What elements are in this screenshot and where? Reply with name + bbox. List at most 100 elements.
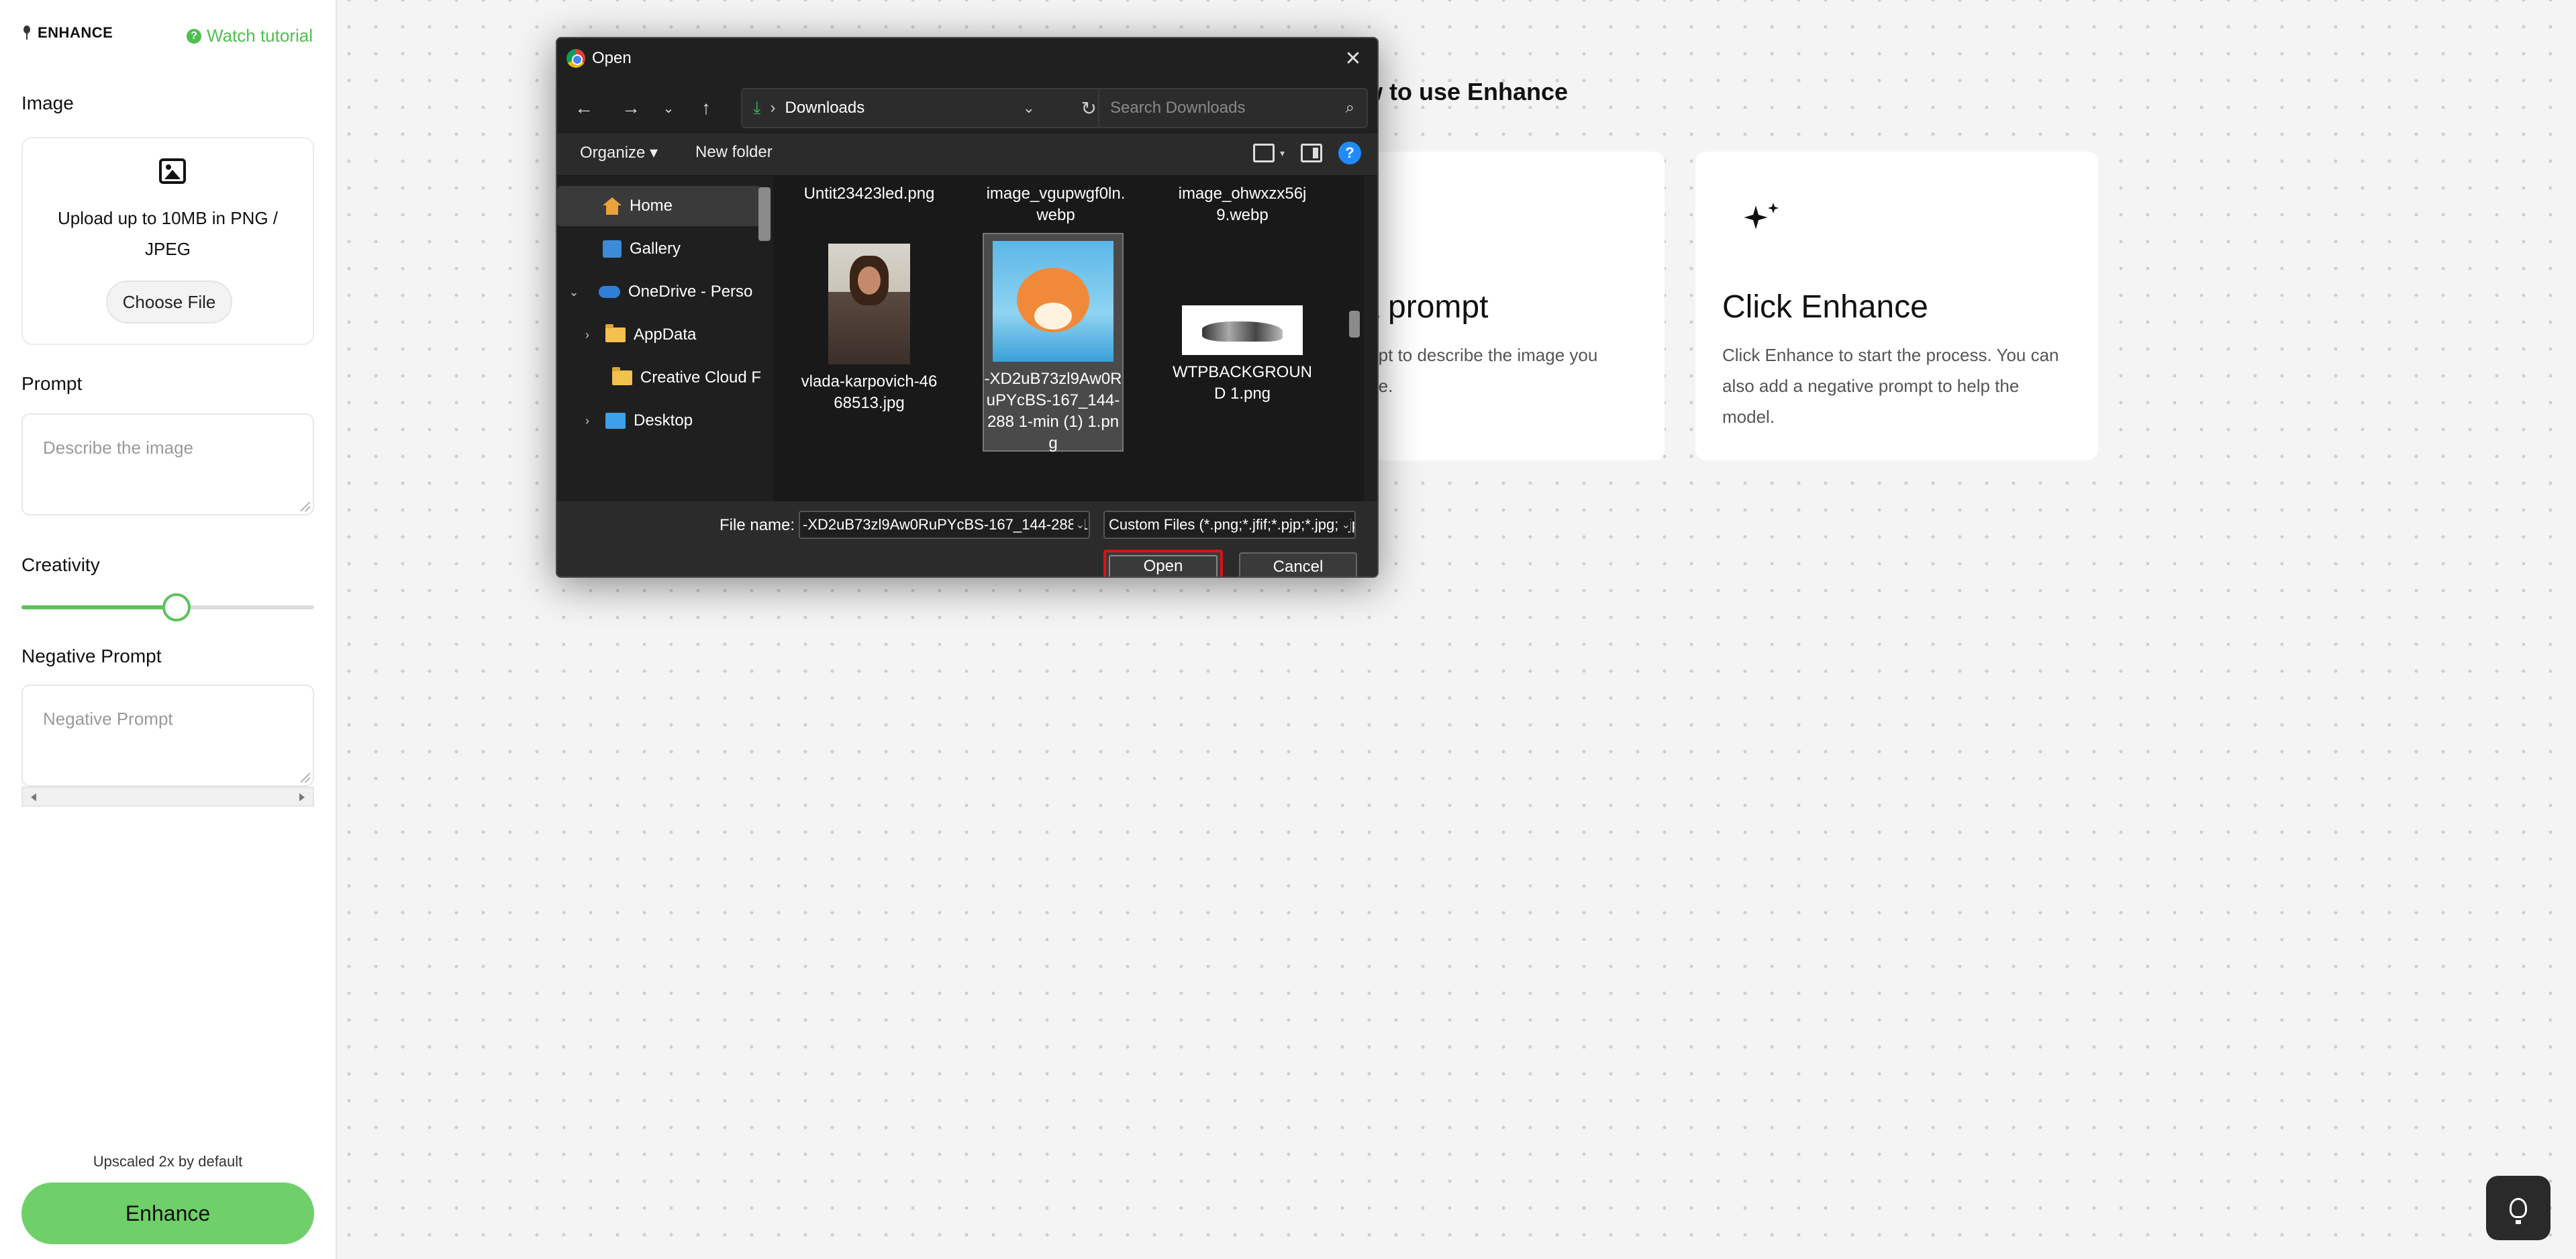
file-list-scrollbar[interactable] [1349, 311, 1360, 338]
chevron-down-icon[interactable]: ⌄ [1338, 518, 1350, 532]
resize-grip-icon[interactable] [301, 502, 310, 511]
chevron-down-icon[interactable]: ⌄ [566, 285, 581, 299]
step-card-desc-line: mpt to describe the image you [1364, 345, 1598, 365]
sparkles-icon [1744, 203, 1779, 230]
download-icon: ⤓ [753, 97, 761, 117]
onedrive-icon [599, 286, 620, 298]
prompt-placeholder: Describe the image [43, 438, 193, 458]
search-placeholder: Search Downloads [1110, 99, 1246, 117]
nav-item-gallery[interactable]: Gallery [557, 229, 761, 269]
organize-menu[interactable]: Organize ▾ [580, 143, 658, 162]
file-name: -XD2uB73zl9Aw0RuPYcBS-167_144-288 1-min … [984, 370, 1122, 452]
chevron-right-icon[interactable]: › [580, 328, 595, 342]
nav-item-home[interactable]: Home [557, 186, 761, 226]
preview-pane-icon[interactable] [1301, 144, 1322, 162]
horizontal-scrollbar[interactable] [21, 787, 314, 807]
organize-label: Organize [580, 144, 646, 162]
step-card-title: Click Enhance [1722, 289, 1928, 325]
help-icon[interactable]: ? [1338, 142, 1361, 164]
nav-item-label: OneDrive - Perso [628, 283, 753, 301]
back-arrow-icon[interactable]: ← [566, 91, 601, 125]
prompt-input[interactable]: Describe the image [21, 413, 314, 515]
file-item-selected[interactable]: -XD2uB73zl9Aw0RuPYcBS-167_144-288 1-min … [983, 233, 1124, 452]
file-item[interactable]: image_vgupwgf0ln.webp [985, 183, 1126, 226]
view-controls: ▾ ? [1252, 142, 1361, 164]
file-name: image_vgupwgf0ln.webp [986, 185, 1126, 224]
step-card-desc-line: ate. [1364, 370, 1638, 401]
negative-prompt-input[interactable]: Negative Prompt [21, 685, 314, 787]
nav-item-onedrive[interactable]: ⌄ OneDrive - Perso [557, 272, 761, 312]
chevron-down-icon[interactable]: ▾ [1280, 148, 1285, 159]
recent-locations-chevron-icon[interactable]: ⌄ [651, 91, 686, 125]
file-item[interactable]: WTPBACKGROUND 1.png [1172, 300, 1313, 405]
file-name-value: -XD2uB73zl9Aw0RuPYcBS-167_144-288 1-min … [803, 516, 1089, 533]
step-card-title: a prompt [1361, 289, 1489, 325]
up-arrow-icon[interactable]: ↑ [689, 91, 724, 125]
dialog-titlebar: Open [566, 45, 632, 72]
nav-item-desktop[interactable]: › Desktop [557, 401, 761, 441]
search-icon: ⌕ [1345, 99, 1354, 117]
navigation-bar: ← → ⌄ ↑ ⤓ › Downloads ⌄ ↻ Search Downloa… [557, 84, 1377, 134]
creativity-slider-thumb[interactable] [162, 593, 191, 621]
resize-grip-icon[interactable] [301, 773, 310, 783]
file-list: Untit23423led.png image_vgupwgf0ln.webp … [773, 177, 1364, 501]
chevron-down-icon[interactable]: ⌄ [1073, 518, 1085, 532]
file-type-select[interactable]: Custom Files (*.png;*.jfif;*.pjp;*.jpg;*… [1103, 511, 1356, 539]
help-circle-icon: ? [187, 28, 202, 44]
nav-item-creative-cloud[interactable]: Creative Cloud F [557, 358, 761, 398]
navigation-pane: Home Gallery ⌄ OneDrive - Perso › AppDat… [557, 177, 773, 501]
file-item[interactable]: image_ohwxzx56j9.webp [1172, 183, 1313, 226]
image-label: Image [21, 93, 74, 113]
dialog-footer: File name: -XD2uB73zl9Aw0RuPYcBS-167_144… [557, 501, 1377, 576]
file-name: WTPBACKGROUND 1.png [1172, 363, 1312, 403]
nav-item-label: Gallery [630, 240, 681, 258]
watch-tutorial-link[interactable]: ? Watch tutorial [187, 26, 313, 46]
file-open-dialog: Open ✕ ← → ⌄ ↑ ⤓ › Downloads ⌄ ↻ Search … [556, 37, 1379, 578]
negative-prompt-label: Negative Prompt [21, 646, 162, 666]
forward-arrow-icon[interactable]: → [613, 91, 648, 125]
chevron-right-icon[interactable]: › [580, 414, 595, 428]
search-input[interactable]: Search Downloads ⌕ [1098, 88, 1368, 128]
file-name: image_ohwxzx56j9.webp [1178, 185, 1307, 224]
address-bar[interactable]: ⤓ › Downloads ⌄ ↻ [741, 88, 1110, 128]
choose-file-button[interactable]: Choose File [106, 281, 232, 323]
cancel-button[interactable]: Cancel [1239, 552, 1357, 576]
assistant-fab-button[interactable] [2486, 1176, 2550, 1240]
file-name-label: File name: [720, 516, 795, 534]
file-name-field[interactable]: -XD2uB73zl9Aw0RuPYcBS-167_144-288 1-min … [799, 511, 1090, 539]
folder-icon [612, 367, 632, 385]
how-to-title: ow to use Enhance [1349, 78, 1569, 105]
creativity-slider-fill [21, 605, 177, 609]
enhance-button[interactable]: Enhance [21, 1182, 314, 1244]
change-view-icon[interactable] [1252, 144, 1275, 162]
open-button[interactable]: Open [1103, 550, 1223, 576]
nav-item-label: Home [630, 197, 673, 215]
file-thumbnail [828, 244, 910, 364]
file-item[interactable]: vlada-karpovich-4668513.jpg [799, 238, 940, 414]
command-bar: Organize ▾ New folder ▾ ? [557, 134, 1377, 177]
file-item[interactable]: Untit23423led.png [799, 183, 940, 205]
breadcrumb-separator-icon: › [770, 99, 776, 117]
refresh-icon[interactable]: ↻ [1081, 97, 1097, 119]
creativity-slider[interactable] [21, 593, 314, 621]
brand-name: ENHANCE [38, 24, 113, 41]
chevron-down-icon[interactable]: ⌄ [1023, 99, 1035, 117]
sidebar: ENHANCE ? Watch tutorial Image Upload up… [0, 0, 337, 1259]
new-folder-button[interactable]: New folder [695, 143, 773, 162]
home-icon [603, 197, 622, 215]
scroll-left-icon[interactable] [31, 793, 36, 801]
scroll-right-icon[interactable] [299, 793, 305, 801]
step-card-description: Click Enhance to start the process. You … [1722, 345, 2059, 427]
negative-prompt-placeholder: Negative Prompt [43, 709, 173, 729]
folder-icon [605, 324, 626, 342]
nav-item-appdata[interactable]: › AppData [557, 315, 761, 355]
prompt-label: Prompt [21, 373, 83, 394]
close-icon[interactable]: ✕ [1340, 45, 1367, 72]
navigation-pane-scrollbar[interactable] [758, 187, 771, 241]
lightbulb-icon [2510, 1198, 2527, 1224]
image-upload-dropzone[interactable]: Upload up to 10MB in PNG / JPEG Choose F… [21, 137, 314, 345]
chrome-icon [566, 49, 585, 68]
watch-tutorial-label: Watch tutorial [207, 26, 313, 46]
nav-item-label: Creative Cloud F [640, 368, 761, 387]
upscaled-note: Upscaled 2x by default [93, 1153, 243, 1170]
